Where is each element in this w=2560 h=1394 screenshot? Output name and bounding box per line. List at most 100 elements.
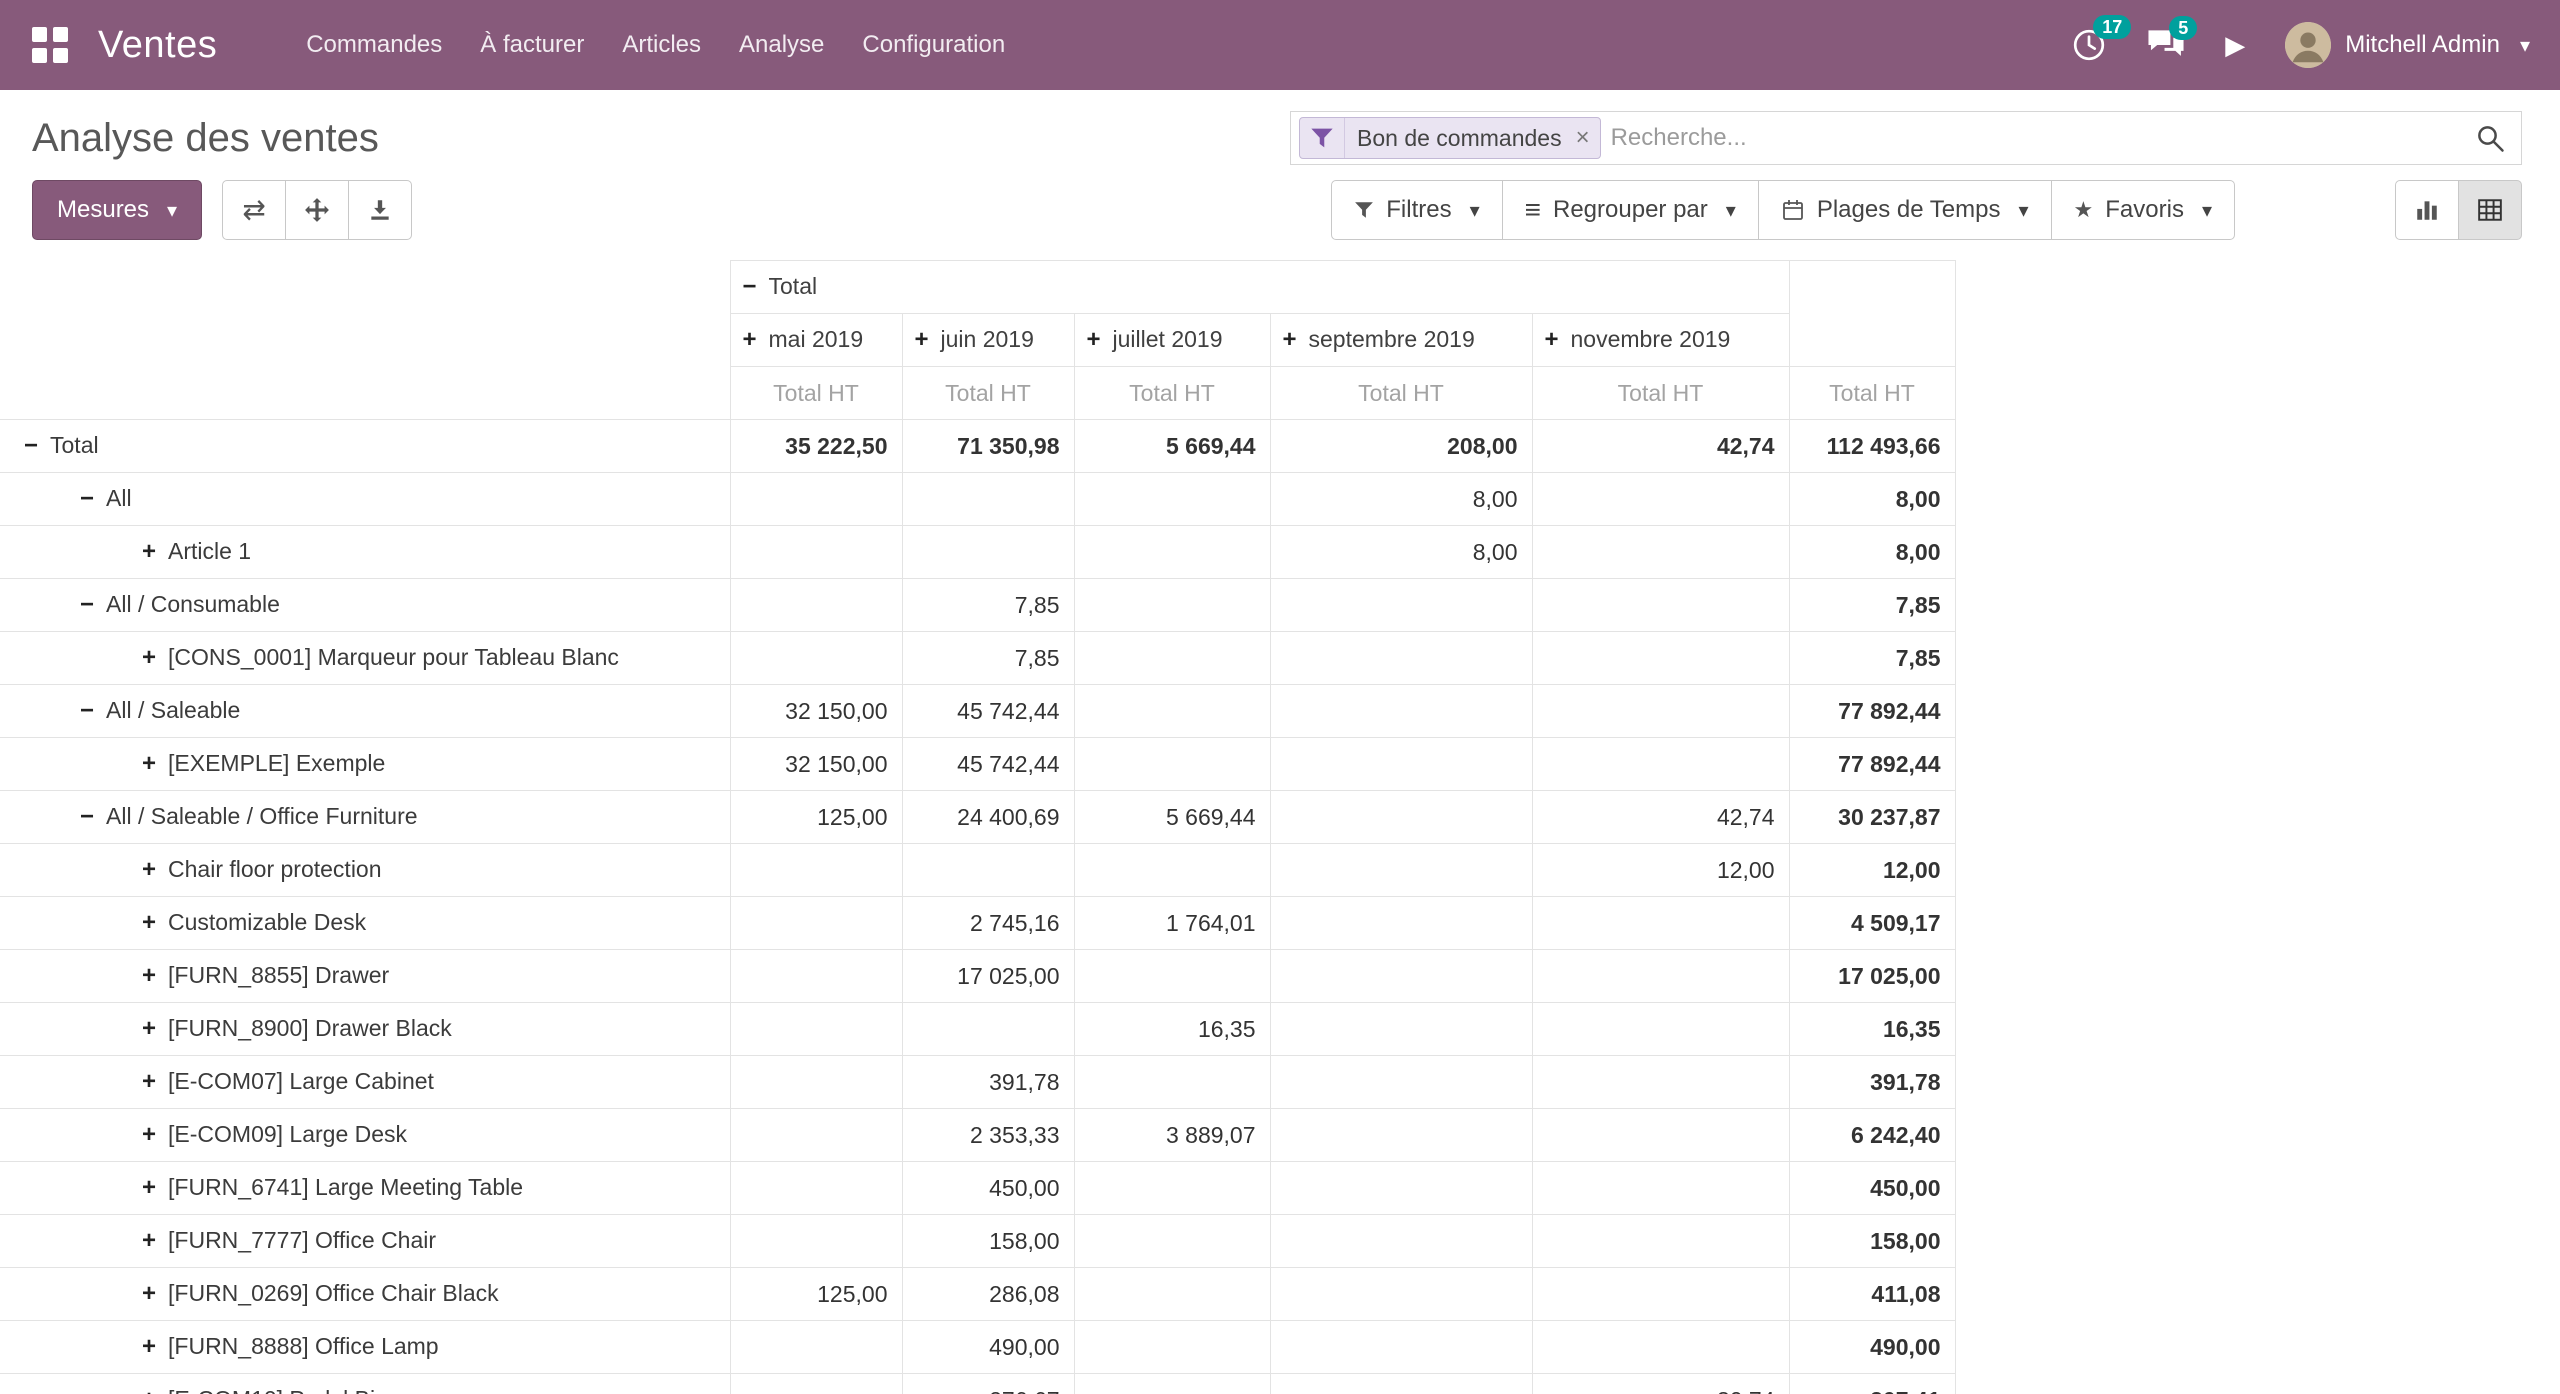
- row-header[interactable]: −All / Consumable: [0, 579, 730, 632]
- pivot-cell[interactable]: 12,00: [1532, 844, 1789, 897]
- search-icon[interactable]: [2475, 123, 2505, 153]
- pivot-cell[interactable]: 276,67: [902, 1374, 1074, 1394]
- pivot-cell[interactable]: [1074, 738, 1270, 791]
- expand-icon[interactable]: +: [142, 1280, 156, 1308]
- pivot-cell[interactable]: 5 669,44: [1074, 791, 1270, 844]
- measures-button[interactable]: Mesures ▾: [32, 180, 202, 240]
- row-header[interactable]: +[EXEMPLE] Exemple: [0, 738, 730, 791]
- pivot-cell[interactable]: 2 745,16: [902, 897, 1074, 950]
- pivot-cell[interactable]: 77 892,44: [1789, 738, 1955, 791]
- collapse-icon[interactable]: −: [24, 432, 38, 460]
- expand-icon[interactable]: +: [142, 1227, 156, 1255]
- col-header-month[interactable]: +septembre 2019: [1270, 314, 1532, 367]
- pivot-cell[interactable]: [1074, 526, 1270, 579]
- pivot-cell[interactable]: [730, 1374, 902, 1394]
- expand-all-button[interactable]: [285, 180, 349, 240]
- pivot-cell[interactable]: 450,00: [902, 1162, 1074, 1215]
- view-switch-graph[interactable]: [2395, 180, 2459, 240]
- pivot-cell[interactable]: 45 742,44: [902, 738, 1074, 791]
- pivot-cell[interactable]: 35 222,50: [730, 420, 902, 473]
- filters-button[interactable]: Filtres ▾: [1331, 180, 1502, 240]
- pivot-cell[interactable]: [730, 579, 902, 632]
- pivot-cell[interactable]: [1270, 579, 1532, 632]
- pivot-cell[interactable]: 30 237,87: [1789, 791, 1955, 844]
- pivot-cell[interactable]: [730, 844, 902, 897]
- pivot-cell[interactable]: 3 889,07: [1074, 1109, 1270, 1162]
- row-header[interactable]: −All: [0, 473, 730, 526]
- pivot-cell[interactable]: [1270, 738, 1532, 791]
- pivot-cell[interactable]: 45 742,44: [902, 685, 1074, 738]
- view-switch-pivot[interactable]: [2458, 180, 2522, 240]
- pivot-cell[interactable]: 32 150,00: [730, 685, 902, 738]
- time-ranges-button[interactable]: Plages de Temps ▾: [1758, 180, 2052, 240]
- pivot-cell[interactable]: [1270, 791, 1532, 844]
- pivot-cell[interactable]: [1532, 1109, 1789, 1162]
- pivot-cell[interactable]: [730, 1321, 902, 1374]
- menu-item[interactable]: Commandes: [287, 0, 461, 90]
- pivot-cell[interactable]: 32 150,00: [730, 738, 902, 791]
- pivot-cell[interactable]: [730, 897, 902, 950]
- play-tour-icon[interactable]: ▶: [2225, 30, 2245, 61]
- pivot-cell[interactable]: 6 242,40: [1789, 1109, 1955, 1162]
- pivot-cell[interactable]: [1532, 950, 1789, 1003]
- pivot-cell[interactable]: [902, 844, 1074, 897]
- row-header[interactable]: +[FURN_8900] Drawer Black: [0, 1003, 730, 1056]
- pivot-cell[interactable]: [1074, 1321, 1270, 1374]
- row-header[interactable]: +[FURN_7777] Office Chair: [0, 1215, 730, 1268]
- pivot-cell[interactable]: [1532, 1268, 1789, 1321]
- pivot-cell[interactable]: [730, 526, 902, 579]
- pivot-cell[interactable]: 286,08: [902, 1268, 1074, 1321]
- pivot-cell[interactable]: 12,00: [1789, 844, 1955, 897]
- pivot-cell[interactable]: [730, 1109, 902, 1162]
- messages-icon-wrap[interactable]: 5: [2147, 28, 2185, 62]
- row-header[interactable]: +[FURN_6741] Large Meeting Table: [0, 1162, 730, 1215]
- col-header-month[interactable]: +novembre 2019: [1532, 314, 1789, 367]
- pivot-cell[interactable]: [902, 526, 1074, 579]
- pivot-cell[interactable]: 490,00: [902, 1321, 1074, 1374]
- expand-icon[interactable]: +: [1087, 326, 1101, 354]
- row-header[interactable]: −All / Saleable / Office Furniture: [0, 791, 730, 844]
- search-facet[interactable]: Bon de commandes ×: [1299, 117, 1601, 159]
- measure-header[interactable]: Total HT: [730, 367, 902, 420]
- pivot-cell[interactable]: 2 353,33: [902, 1109, 1074, 1162]
- pivot-cell[interactable]: 8,00: [1789, 473, 1955, 526]
- expand-icon[interactable]: +: [142, 538, 156, 566]
- pivot-cell[interactable]: [902, 1003, 1074, 1056]
- pivot-cell[interactable]: 4 509,17: [1789, 897, 1955, 950]
- menu-item[interactable]: Configuration: [843, 0, 1024, 90]
- apps-menu-icon[interactable]: [30, 25, 70, 65]
- pivot-cell[interactable]: [1270, 897, 1532, 950]
- pivot-cell[interactable]: [730, 1162, 902, 1215]
- col-header-month[interactable]: +juin 2019: [902, 314, 1074, 367]
- col-header-month[interactable]: +mai 2019: [730, 314, 902, 367]
- expand-icon[interactable]: +: [142, 962, 156, 990]
- pivot-cell[interactable]: [1270, 1003, 1532, 1056]
- search-input[interactable]: [1611, 124, 2459, 152]
- flip-axis-button[interactable]: ⇄: [222, 180, 286, 240]
- menu-item[interactable]: Articles: [603, 0, 720, 90]
- pivot-cell[interactable]: [902, 473, 1074, 526]
- collapse-icon[interactable]: −: [80, 485, 94, 513]
- collapse-icon[interactable]: −: [80, 697, 94, 725]
- pivot-cell[interactable]: [1074, 1215, 1270, 1268]
- row-header[interactable]: +Customizable Desk: [0, 897, 730, 950]
- pivot-cell[interactable]: 5 669,44: [1074, 420, 1270, 473]
- expand-icon[interactable]: +: [142, 909, 156, 937]
- row-header[interactable]: +Article 1: [0, 526, 730, 579]
- pivot-cell[interactable]: [1270, 1374, 1532, 1394]
- pivot-cell[interactable]: [1074, 473, 1270, 526]
- pivot-cell[interactable]: 8,00: [1270, 473, 1532, 526]
- expand-icon[interactable]: +: [142, 1333, 156, 1361]
- pivot-cell[interactable]: [1074, 1162, 1270, 1215]
- pivot-cell[interactable]: 490,00: [1789, 1321, 1955, 1374]
- col-header-month[interactable]: +juillet 2019: [1074, 314, 1270, 367]
- pivot-cell[interactable]: [1532, 632, 1789, 685]
- pivot-cell[interactable]: 391,78: [902, 1056, 1074, 1109]
- pivot-cell[interactable]: 391,78: [1789, 1056, 1955, 1109]
- collapse-icon[interactable]: −: [80, 803, 94, 831]
- col-group-header-total[interactable]: −Total: [730, 261, 1789, 314]
- pivot-cell[interactable]: [1074, 632, 1270, 685]
- pivot-cell[interactable]: [1532, 1215, 1789, 1268]
- pivot-cell[interactable]: [1532, 1056, 1789, 1109]
- expand-icon[interactable]: +: [915, 326, 929, 354]
